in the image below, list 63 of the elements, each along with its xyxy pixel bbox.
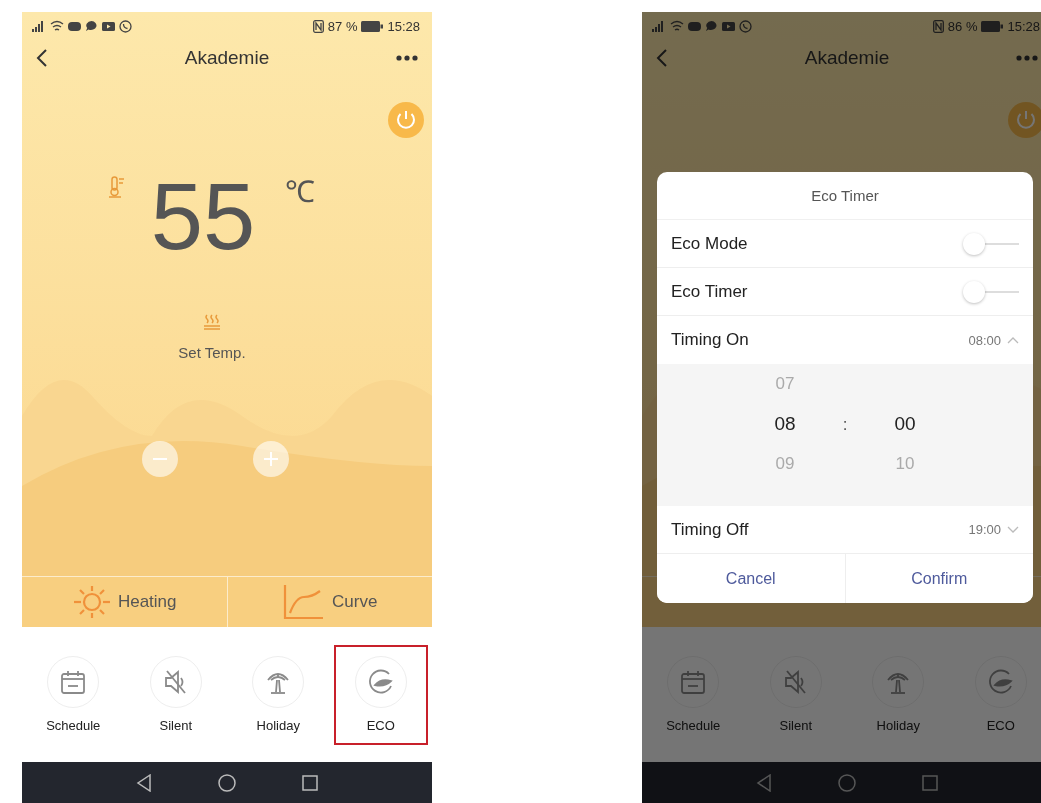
nav-back-icon[interactable] (136, 773, 152, 792)
time-value[interactable]: 08:00 (968, 332, 1001, 348)
function-button[interactable]: ECO (333, 644, 428, 745)
minus-icon (152, 458, 167, 460)
setting-label: Timing On (671, 330, 749, 350)
screen-title: Akademie (804, 47, 890, 68)
chat-icon (85, 20, 98, 32)
calendar-icon (679, 668, 708, 696)
function-button[interactable]: Schedule (26, 644, 121, 745)
nav-recent-icon[interactable] (302, 774, 318, 791)
nav-home-icon[interactable] (218, 773, 236, 792)
clock-time: 15:28 (387, 18, 420, 34)
plus-icon (263, 452, 278, 466)
function-button[interactable]: Schedule (646, 644, 741, 745)
temperature-value: 55 (150, 170, 256, 264)
wifi-icon (670, 20, 684, 32)
signal-icon (652, 20, 666, 32)
increase-button[interactable] (252, 441, 289, 477)
power-button-icon[interactable] (1008, 102, 1041, 138)
picker-item[interactable]: 00 (894, 404, 916, 444)
signal-icon (32, 20, 46, 32)
thermometer-icon (108, 176, 125, 198)
temperature-unit: ℃ (285, 174, 316, 210)
clock-time: 15:28 (1007, 18, 1040, 34)
setting-label: Eco Mode (671, 233, 748, 254)
mode-tab[interactable]: Heating (22, 577, 227, 627)
screen-title: Akademie (184, 47, 270, 68)
heater-icon (204, 314, 220, 330)
status-icon (68, 20, 81, 32)
set-temp-label: Set Temp. (178, 344, 246, 361)
battery-icon (361, 20, 384, 32)
chat-icon (705, 20, 718, 32)
function-button[interactable]: ECO (953, 644, 1041, 745)
toggle-switch[interactable] (963, 280, 1019, 303)
setting-label: Timing Off (671, 519, 749, 540)
video-icon (722, 20, 735, 32)
confirm-button[interactable]: Confirm (844, 554, 1033, 603)
setting-label: Eco Timer (671, 281, 748, 302)
function-button[interactable]: Holiday (231, 644, 326, 745)
phone-bubble-icon (739, 19, 752, 33)
battery-percent: 86 % (947, 18, 978, 34)
more-icon[interactable] (396, 55, 418, 61)
battery-percent: 87 % (327, 18, 358, 34)
function-button[interactable]: Holiday (851, 644, 946, 745)
dialog-title: Eco Timer (811, 187, 879, 204)
nfc-icon (312, 19, 324, 33)
time-separator: : (842, 415, 848, 435)
calendar-icon (59, 668, 88, 696)
toggle-switch[interactable] (963, 232, 1019, 255)
wifi-icon (50, 20, 64, 32)
video-icon (102, 20, 115, 32)
picker-item[interactable]: 08 (774, 404, 796, 444)
sun-icon (71, 584, 112, 620)
nfc-icon (932, 19, 944, 33)
status-icon (688, 20, 701, 32)
time-value[interactable]: 19:00 (968, 522, 1001, 537)
decrease-button[interactable] (141, 441, 178, 477)
function-button[interactable]: Silent (128, 644, 223, 745)
power-button-icon[interactable] (388, 102, 424, 138)
function-button[interactable]: Silent (748, 644, 843, 745)
phone-bubble-icon (119, 19, 132, 33)
battery-icon (981, 20, 1004, 32)
back-icon[interactable] (36, 48, 48, 68)
